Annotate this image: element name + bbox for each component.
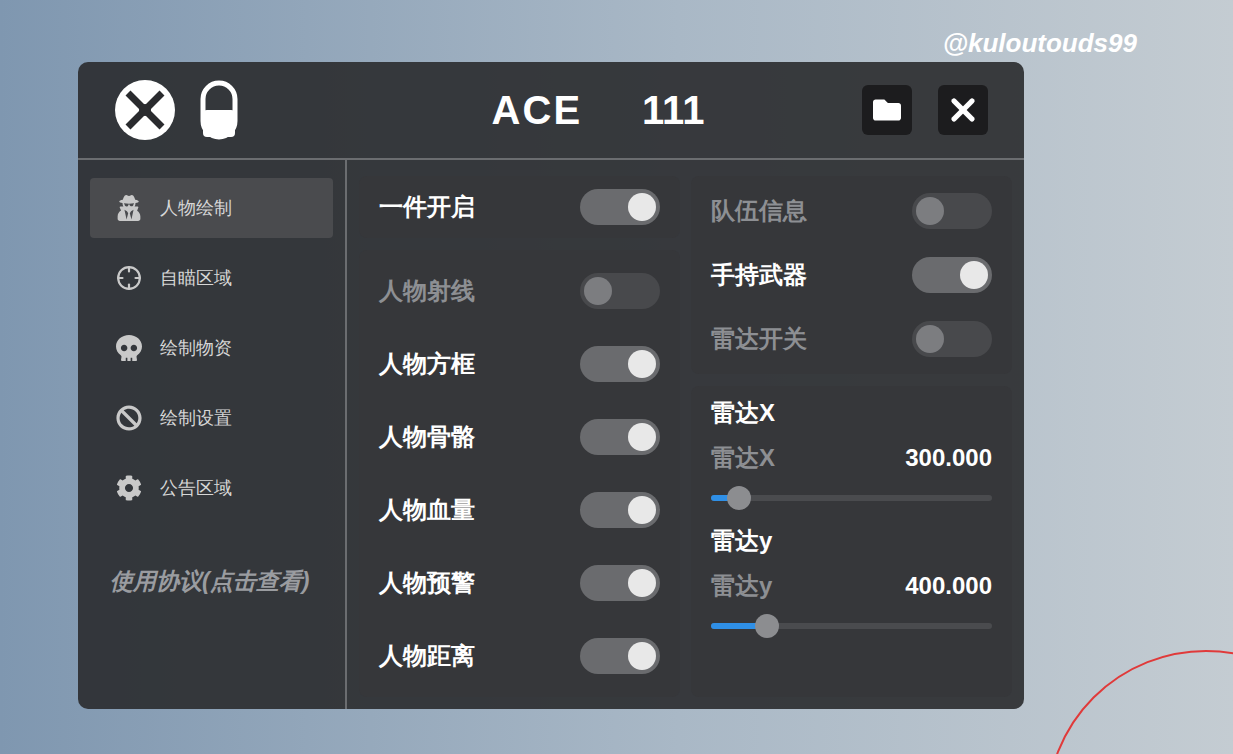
menu-header: ACE 111 <box>78 62 1024 160</box>
toggle-row[interactable]: 人物血量 <box>359 474 680 547</box>
slider-label: 雷达y <box>711 568 772 604</box>
aim-circle <box>1046 650 1233 754</box>
toggle-knob <box>628 642 656 670</box>
toggle-knob <box>628 496 656 524</box>
toggle-knob <box>628 193 656 221</box>
slider-value: 400.000 <box>905 568 992 604</box>
toggle-label: 手持武器 <box>711 257 807 293</box>
toggle-knob <box>628 350 656 378</box>
slider[interactable] <box>711 612 992 640</box>
player-card: 人物射线人物方框人物骨骼人物血量人物预警人物距离 <box>359 250 680 697</box>
toggle-label: 队伍信息 <box>711 193 807 229</box>
toggle-switch[interactable] <box>580 189 660 225</box>
slider-thumb[interactable] <box>755 614 779 638</box>
toggle-label: 人物距离 <box>379 638 475 674</box>
toggle-knob <box>916 197 944 225</box>
toggle-switch[interactable] <box>580 419 660 455</box>
toggle-row[interactable]: 队伍信息 <box>691 179 1012 243</box>
toggle-row[interactable]: 人物方框 <box>359 328 680 401</box>
slider-group: 雷达y 雷达y 400.000 <box>711 524 992 640</box>
slider-track <box>711 623 992 629</box>
slider-thumb[interactable] <box>727 486 751 510</box>
sidebar-item[interactable]: 自瞄区域 <box>90 248 333 308</box>
toggle-knob <box>628 569 656 597</box>
gear-icon <box>116 475 142 501</box>
toggle-switch[interactable] <box>912 193 992 229</box>
spy-icon <box>116 195 142 221</box>
agreement-link[interactable]: 使用协议(点击查看) <box>90 564 333 599</box>
toggle-row[interactable]: 人物预警 <box>359 547 680 620</box>
sidebar-item[interactable]: 人物绘制 <box>90 178 333 238</box>
toggle-knob <box>628 423 656 451</box>
sidebar: 人物绘制自瞄区域绘制物资绘制设置公告区域使用协议(点击查看) <box>78 160 347 709</box>
lock-icon[interactable] <box>200 80 238 140</box>
close-icon <box>945 92 981 128</box>
ban-icon <box>116 405 142 431</box>
screen: @kuloutouds99 ACE 111 人物绘制自瞄区域绘制物资绘制设置公告区域使… <box>0 0 1233 754</box>
toggle-switch[interactable] <box>580 273 660 309</box>
slider-group: 雷达X 雷达X 300.000 <box>711 396 992 512</box>
toggle-label: 一件开启 <box>379 189 475 225</box>
logo-icon <box>114 79 176 141</box>
slider-track <box>711 495 992 501</box>
info-card: 队伍信息手持武器雷达开关 <box>691 176 1012 374</box>
master-card: 一件开启 <box>359 176 680 238</box>
toggle-label: 人物方框 <box>379 346 475 382</box>
cheat-menu-window: ACE 111 人物绘制自瞄区域绘制物资绘制设置公告区域使用协议(点击查看) 一件开启… <box>78 62 1024 709</box>
slider[interactable] <box>711 484 992 512</box>
watermark: @kuloutouds99 <box>943 24 1137 63</box>
slider-value: 300.000 <box>905 440 992 476</box>
radar-card: 雷达X 雷达X 300.000 雷达y 雷达y 400.000 <box>691 386 1012 697</box>
toggle-label: 人物预警 <box>379 565 475 601</box>
toggle-label: 人物骨骼 <box>379 419 475 455</box>
folder-button[interactable] <box>862 85 912 135</box>
sidebar-item[interactable]: 绘制物资 <box>90 318 333 378</box>
toggle-label: 人物血量 <box>379 492 475 528</box>
toggle-row[interactable]: 手持武器 <box>691 243 1012 307</box>
skull-icon <box>116 335 142 361</box>
slider-label: 雷达X <box>711 440 775 476</box>
sidebar-item[interactable]: 绘制设置 <box>90 388 333 448</box>
toggle-row[interactable]: 人物距离 <box>359 620 680 693</box>
toggle-switch[interactable] <box>580 492 660 528</box>
toggle-switch[interactable] <box>912 321 992 357</box>
close-button[interactable] <box>938 85 988 135</box>
toggle-knob <box>584 277 612 305</box>
toggle-switch[interactable] <box>580 565 660 601</box>
toggle-row[interactable]: 人物射线 <box>359 255 680 328</box>
toggle-switch[interactable] <box>580 638 660 674</box>
toggle-row[interactable]: 雷达开关 <box>691 307 1012 371</box>
folder-icon <box>873 96 901 124</box>
toggle-label: 雷达开关 <box>711 321 807 357</box>
crosshair-icon <box>116 265 142 291</box>
toggle-label: 人物射线 <box>379 273 475 309</box>
slider-heading: 雷达y <box>711 524 992 558</box>
toggle-row[interactable]: 一件开启 <box>359 176 680 238</box>
sidebar-item[interactable]: 公告区域 <box>90 458 333 518</box>
toggle-switch[interactable] <box>912 257 992 293</box>
menu-version: 111 <box>642 80 704 140</box>
slider-heading: 雷达X <box>711 396 992 430</box>
menu-title: ACE <box>492 80 582 140</box>
toggle-row[interactable]: 人物骨骼 <box>359 401 680 474</box>
toggle-knob <box>960 261 988 289</box>
toggle-switch[interactable] <box>580 346 660 382</box>
toggle-knob <box>916 325 944 353</box>
